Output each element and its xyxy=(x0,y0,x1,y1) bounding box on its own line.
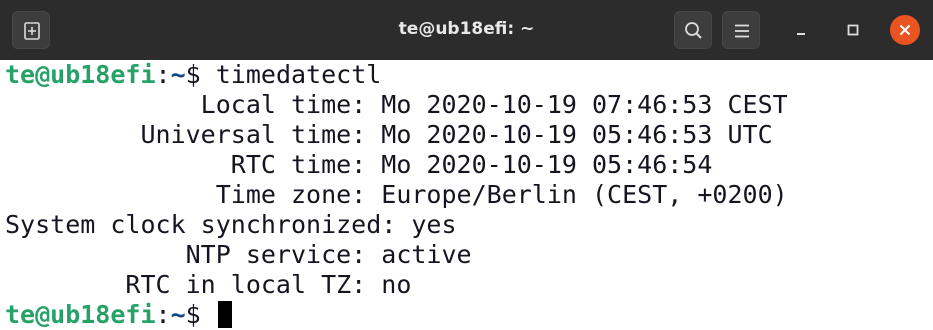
search-icon xyxy=(685,22,702,39)
menu-button[interactable] xyxy=(722,11,760,49)
hamburger-menu-icon xyxy=(735,24,749,38)
terminal-output-area[interactable]: te@ub18efi:~$ timedatectl Local time: Mo… xyxy=(0,60,933,330)
maximize-button[interactable] xyxy=(838,15,868,45)
output-line-ntp-service: NTP service: active xyxy=(5,240,472,269)
text-cursor xyxy=(217,301,232,328)
output-line-rtc-time: RTC time: Mo 2020-10-19 05:46:54 xyxy=(5,150,713,179)
prompt-user-host: te@ub18efi xyxy=(5,60,156,89)
maximize-icon xyxy=(847,24,859,36)
prompt-user-host: te@ub18efi xyxy=(5,300,156,329)
terminal-window: te@ub18efi: ~ te@ub18efi:~$ timedatectl … xyxy=(0,0,933,330)
prompt-symbol: $ xyxy=(185,300,216,329)
prompt-separator: : xyxy=(155,300,171,329)
prompt-path: ~ xyxy=(170,60,186,89)
minimize-icon xyxy=(797,33,805,35)
output-line-rtc-local-tz: RTC in local TZ: no xyxy=(5,270,412,299)
prompt-separator: : xyxy=(155,60,171,89)
prompt-line-current: te@ub18efi:~$ xyxy=(5,300,232,330)
close-icon xyxy=(899,24,911,36)
minimize-button[interactable] xyxy=(786,15,816,45)
output-line-local-time: Local time: Mo 2020-10-19 07:46:53 CEST xyxy=(5,90,788,119)
prompt-line: te@ub18efi:~$ timedatectl xyxy=(5,60,381,90)
close-button[interactable] xyxy=(890,15,920,45)
title-bar[interactable]: te@ub18efi: ~ xyxy=(0,0,933,61)
search-button[interactable] xyxy=(674,11,712,49)
output-line-clock-synchronized: System clock synchronized: yes xyxy=(5,210,457,239)
output-line-universal-time: Universal time: Mo 2020-10-19 05:46:53 U… xyxy=(5,120,773,149)
command-text: timedatectl xyxy=(200,60,382,89)
prompt-path: ~ xyxy=(170,300,186,329)
output-line-time-zone: Time zone: Europe/Berlin (CEST, +0200) xyxy=(5,180,788,209)
prompt-symbol: $ xyxy=(185,60,201,89)
